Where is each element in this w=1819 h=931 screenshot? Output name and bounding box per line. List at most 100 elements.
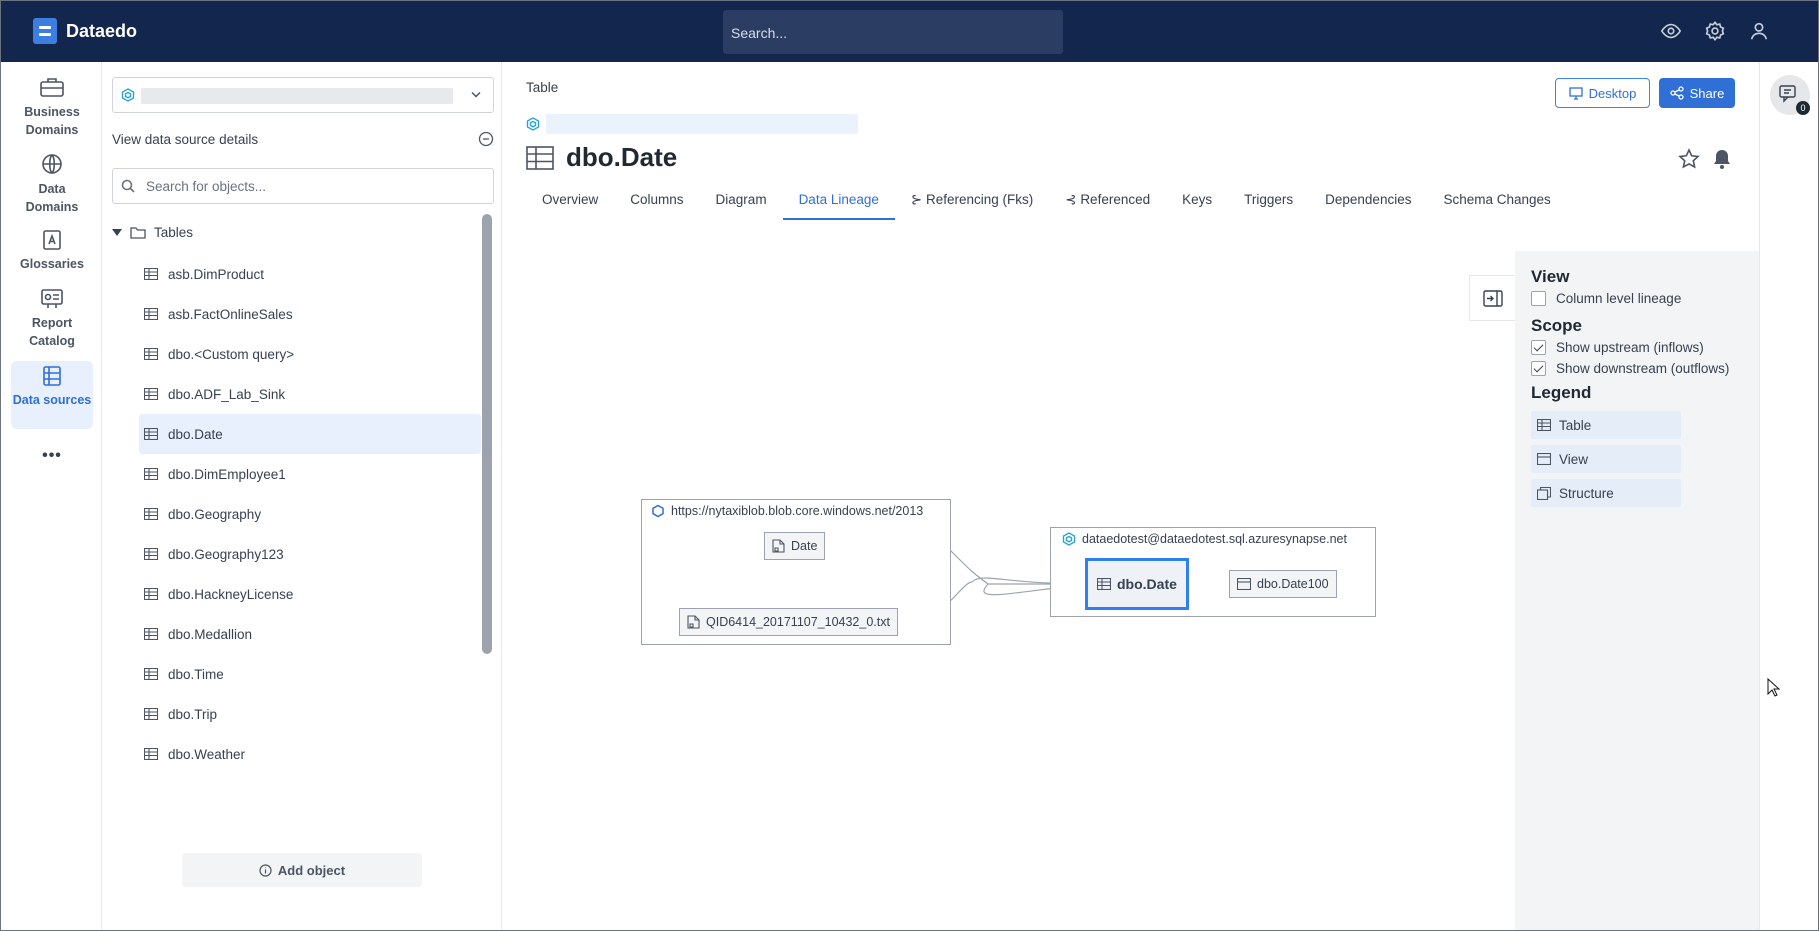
tab-label: Referenced (1080, 192, 1151, 207)
list-item-selected[interactable]: dbo.Date (139, 414, 481, 454)
globe-icon (42, 154, 62, 174)
rail-data-sources[interactable]: Data sources (11, 361, 93, 429)
list-item-label: dbo.Weather (168, 746, 246, 762)
page-title: dbo.Date (526, 142, 677, 173)
show-downstream-checkbox[interactable]: Show downstream (outflows) (1531, 361, 1729, 376)
tab-data-lineage[interactable]: Data Lineage (782, 180, 895, 220)
bell-icon[interactable] (1712, 148, 1732, 170)
show-upstream-checkbox[interactable]: Show upstream (inflows) (1531, 340, 1704, 355)
external-table-icon (144, 308, 158, 320)
rail-label: Data sources (12, 393, 92, 407)
legend-label: Table (1559, 417, 1592, 433)
list-item[interactable]: asb.FactOnlineSales (139, 294, 481, 334)
tab-columns[interactable]: Columns (614, 180, 699, 220)
star-icon[interactable] (1678, 148, 1700, 170)
table-icon (144, 668, 158, 680)
object-list-scrollbar[interactable] (482, 214, 492, 654)
desktop-icon (1568, 86, 1583, 100)
chevron-down-icon (471, 91, 481, 98)
glossary-book-icon (43, 230, 61, 250)
table-icon (144, 588, 158, 600)
collapse-panel-button[interactable] (1469, 275, 1515, 321)
lineage-node-downstream[interactable]: dbo.Date100 (1229, 570, 1337, 598)
list-item[interactable]: dbo.Geography123 (139, 534, 481, 574)
search-icon (121, 179, 135, 193)
list-item-label: dbo.Time (168, 666, 224, 682)
global-search-input[interactable]: Search... (723, 10, 1063, 54)
legend-structure: Structure (1531, 479, 1681, 507)
list-item[interactable]: dbo.<Custom query> (139, 334, 481, 374)
tab-overview[interactable]: Overview (526, 180, 614, 220)
list-item[interactable]: dbo.Time (139, 654, 481, 694)
list-item[interactable]: dbo.ADF_Lab_Sink (139, 374, 481, 414)
legend-label: View (1559, 451, 1589, 467)
lineage-node-date-file[interactable]: Date (764, 532, 826, 560)
user-icon[interactable] (1748, 20, 1770, 42)
share-icon (1669, 86, 1684, 100)
list-item[interactable]: dbo.Geography (139, 494, 481, 534)
scope-heading: Scope (1531, 316, 1583, 335)
tab-referencing-fks[interactable]: ⊱ Referencing (Fks) (895, 180, 1049, 220)
list-item[interactable]: dbo.HackneyLicense (139, 574, 481, 614)
rail-report-catalog[interactable]: Report Catalog (11, 284, 93, 350)
view-data-source-details-link[interactable]: View data source details (112, 132, 258, 147)
right-rail: 0 (1759, 62, 1818, 930)
table-icon (144, 548, 158, 560)
list-item-label: dbo.HackneyLicense (168, 586, 294, 602)
rail-glossaries[interactable]: Glossaries (11, 225, 93, 273)
eye-icon[interactable] (1660, 20, 1682, 42)
lineage-node-main[interactable]: dbo.Date (1085, 558, 1189, 610)
app-window: Dataedo Search... Business Domains Data … (0, 0, 1819, 931)
gear-icon[interactable] (1704, 20, 1726, 42)
data-source-select[interactable] (112, 77, 494, 113)
rail-data-domains[interactable]: Data Domains (11, 148, 93, 216)
source-container-label: https://nytaxiblob.blob.core.windows.net… (651, 504, 923, 518)
legend-label: Structure (1559, 485, 1614, 501)
file-icon (772, 539, 785, 553)
tab-triggers[interactable]: Triggers (1228, 180, 1309, 220)
rail-business-domains[interactable]: Business Domains (11, 71, 93, 139)
file-icon (687, 615, 700, 629)
add-object-button[interactable]: Add object (182, 853, 422, 887)
app-logo[interactable]: Dataedo (33, 18, 137, 44)
view-heading: View (1531, 267, 1570, 286)
checkbox-label: Show downstream (outflows) (1556, 361, 1730, 376)
rail-label: Report Catalog (29, 316, 75, 348)
tab-schema-changes[interactable]: Schema Changes (1427, 180, 1566, 220)
column-level-lineage-checkbox[interactable]: Column level lineage (1531, 291, 1681, 306)
caret-down-icon (112, 228, 122, 236)
more-menu-button[interactable]: ••• (11, 443, 93, 465)
collapse-circle-icon[interactable] (478, 131, 494, 147)
rail-label: Data Domains (25, 182, 79, 214)
table-icon (526, 145, 554, 170)
list-item[interactable]: dbo.Trip (139, 694, 481, 734)
briefcase-icon (40, 78, 64, 97)
list-item[interactable]: dbo.Weather (139, 734, 481, 774)
desktop-button[interactable]: Desktop (1555, 78, 1650, 108)
list-item[interactable]: dbo.DimEmployee1 (139, 454, 481, 494)
list-item-label: dbo.Trip (168, 706, 218, 722)
list-item[interactable]: dbo.Medallion (139, 614, 481, 654)
list-item[interactable]: asb.DimProduct (139, 254, 481, 294)
fk-in-icon: ⊰ (1065, 192, 1081, 207)
list-item-label: dbo.DimEmployee1 (168, 466, 286, 482)
table-icon (144, 748, 158, 760)
lineage-node-qid-file[interactable]: QID6414_20171107_10432_0.txt (679, 608, 898, 636)
data-source-name-redacted (141, 88, 453, 104)
external-table-icon (144, 268, 158, 280)
main-content: Table dbo.Date Desktop Share Overview Co… (502, 62, 1759, 930)
lineage-canvas[interactable]: https://nytaxiblob.blob.core.windows.net… (502, 222, 1759, 930)
tree-folder-tables[interactable]: Tables (112, 225, 193, 240)
legend-view: View (1531, 445, 1681, 473)
tab-dependencies[interactable]: Dependencies (1309, 180, 1427, 220)
lineage-node-label: Date (791, 539, 818, 553)
table-icon (144, 388, 158, 400)
comments-button[interactable]: 0 (1770, 75, 1810, 115)
object-search-input[interactable]: Search for objects... (112, 168, 494, 204)
tab-diagram[interactable]: Diagram (700, 180, 783, 220)
tab-keys[interactable]: Keys (1166, 180, 1228, 220)
share-button[interactable]: Share (1659, 78, 1735, 108)
synapse-icon (121, 88, 135, 102)
tab-referenced[interactable]: ⊰ Referenced (1049, 180, 1166, 220)
report-icon (41, 289, 63, 308)
